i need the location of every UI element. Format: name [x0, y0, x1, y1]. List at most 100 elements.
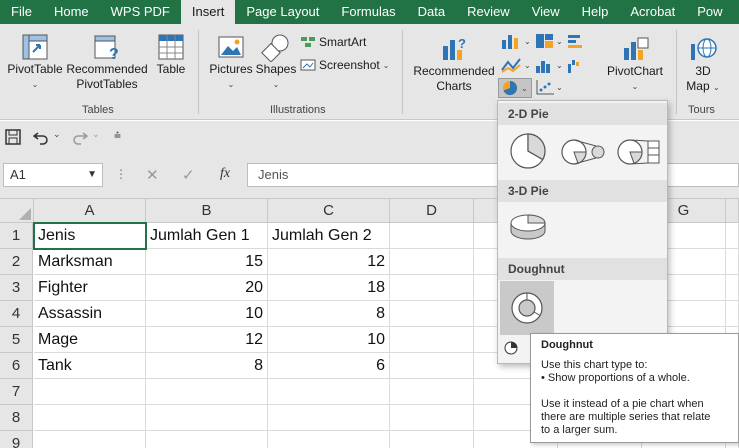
table-cell[interactable]: [268, 431, 390, 448]
table-cell[interactable]: Jumlah Gen 1: [146, 223, 268, 249]
chevron-down-icon[interactable]: ▼: [87, 164, 97, 186]
column-chart-button[interactable]: ⌄: [500, 32, 531, 50]
row-header[interactable]: 4: [0, 301, 33, 327]
table-cell[interactable]: Jumlah Gen 2: [268, 223, 390, 249]
recommended-pivot-tables-button[interactable]: ? Recommended PivotTables: [66, 32, 148, 92]
row-header[interactable]: 6: [0, 353, 33, 379]
table-cell[interactable]: [146, 379, 268, 405]
table-cell[interactable]: 12: [146, 327, 268, 353]
redo-dropdown-icon[interactable]: ⌄: [92, 129, 100, 140]
tab-home[interactable]: Home: [43, 0, 100, 24]
table-cell[interactable]: [268, 405, 390, 431]
table-cell[interactable]: [390, 327, 474, 353]
save-icon[interactable]: [5, 129, 21, 145]
waterfall-chart-button[interactable]: [566, 56, 584, 74]
enter-icon[interactable]: ✓: [182, 166, 195, 184]
shapes-button[interactable]: Shapes ⌄: [256, 32, 296, 92]
table-button[interactable]: Table: [150, 32, 192, 77]
pivot-chart-button[interactable]: PivotChart ⌄: [604, 34, 666, 94]
table-cell[interactable]: [726, 301, 739, 327]
column-header-h[interactable]: [726, 199, 739, 223]
table-cell[interactable]: [390, 301, 474, 327]
table-cell[interactable]: [390, 275, 474, 301]
table-cell[interactable]: [146, 431, 268, 448]
table-cell[interactable]: [146, 405, 268, 431]
tab-acrobat[interactable]: Acrobat: [619, 0, 686, 24]
insert-function-icon[interactable]: fx: [220, 166, 230, 182]
3d-map-button[interactable]: 3D Map ⌄: [682, 34, 724, 95]
bar-of-pie-option[interactable]: [616, 137, 662, 172]
tab-power[interactable]: Pow: [686, 0, 733, 24]
pie-of-pie-option[interactable]: [560, 137, 606, 172]
row-header[interactable]: 5: [0, 327, 33, 353]
statistic-chart-button[interactable]: ⌄: [534, 56, 563, 74]
tab-view[interactable]: View: [521, 0, 571, 24]
scatter-chart-button[interactable]: ⌄: [534, 78, 563, 96]
row-header[interactable]: 9: [0, 431, 33, 448]
pivot-table-button[interactable]: PivotTable ⌄: [6, 32, 64, 92]
redo-icon[interactable]: [72, 129, 88, 145]
column-header-d[interactable]: D: [390, 199, 474, 223]
table-cell[interactable]: [726, 223, 739, 249]
column-header-a[interactable]: A: [34, 199, 146, 223]
table-cell[interactable]: 12: [268, 249, 390, 275]
table-cell[interactable]: 10: [146, 301, 268, 327]
row-header[interactable]: 2: [0, 249, 33, 275]
table-cell[interactable]: [390, 353, 474, 379]
table-cell[interactable]: [34, 405, 146, 431]
row-header[interactable]: 3: [0, 275, 33, 301]
table-cell[interactable]: [390, 379, 474, 405]
tab-wps-pdf[interactable]: WPS PDF: [100, 0, 181, 24]
table-cell[interactable]: [390, 405, 474, 431]
pictures-button[interactable]: Pictures ⌄: [208, 32, 254, 92]
row-header[interactable]: 7: [0, 379, 33, 405]
customize-toolbar-icon[interactable]: ⩮: [114, 128, 121, 143]
table-cell[interactable]: 18: [268, 275, 390, 301]
table-cell[interactable]: Fighter: [34, 275, 146, 301]
table-cell[interactable]: Tank: [34, 353, 146, 379]
more-pie-charts-option[interactable]: [504, 341, 518, 360]
column-header-b[interactable]: B: [146, 199, 268, 223]
bar-chart-button[interactable]: [566, 32, 584, 50]
table-cell[interactable]: Assassin: [34, 301, 146, 327]
tab-data[interactable]: Data: [407, 0, 456, 24]
screenshot-button[interactable]: Screenshot ⌄: [300, 57, 389, 73]
table-cell[interactable]: [390, 431, 474, 448]
table-cell[interactable]: 20: [146, 275, 268, 301]
table-cell[interactable]: [268, 379, 390, 405]
table-cell[interactable]: 10: [268, 327, 390, 353]
table-cell[interactable]: 8: [146, 353, 268, 379]
smartart-button[interactable]: SmartArt: [300, 34, 366, 50]
table-cell[interactable]: [34, 431, 146, 448]
table-cell[interactable]: Marksman: [34, 249, 146, 275]
table-cell[interactable]: [726, 275, 739, 301]
pie-chart-option[interactable]: [508, 131, 548, 176]
table-cell[interactable]: 15: [146, 249, 268, 275]
table-cell[interactable]: [390, 223, 474, 249]
tab-formulas[interactable]: Formulas: [330, 0, 406, 24]
cancel-icon[interactable]: ✕: [146, 166, 159, 184]
doughnut-option[interactable]: [500, 281, 554, 335]
table-cell[interactable]: Jenis: [34, 223, 146, 249]
row-header[interactable]: 8: [0, 405, 33, 431]
table-cell[interactable]: [390, 249, 474, 275]
tab-review[interactable]: Review: [456, 0, 521, 24]
row-header[interactable]: 1: [0, 223, 33, 249]
table-cell[interactable]: [726, 249, 739, 275]
tab-file[interactable]: File: [0, 0, 43, 24]
table-cell[interactable]: 6: [268, 353, 390, 379]
3d-pie-option[interactable]: [508, 211, 548, 248]
tab-help[interactable]: Help: [571, 0, 620, 24]
column-header-c[interactable]: C: [268, 199, 390, 223]
line-chart-button[interactable]: ⌄: [500, 56, 531, 74]
recommended-charts-button[interactable]: ? Recommended Charts: [410, 34, 498, 94]
tab-insert[interactable]: Insert: [180, 0, 236, 24]
tab-page-layout[interactable]: Page Layout: [235, 0, 330, 24]
undo-icon[interactable]: [33, 129, 49, 145]
pie-chart-button[interactable]: ⌄: [498, 78, 532, 98]
table-cell[interactable]: Mage: [34, 327, 146, 353]
name-box[interactable]: A1 ▼: [3, 163, 103, 187]
hierarchy-chart-button[interactable]: ⌄: [534, 32, 563, 50]
table-cell[interactable]: 8: [268, 301, 390, 327]
undo-dropdown-icon[interactable]: ⌄: [53, 129, 61, 140]
